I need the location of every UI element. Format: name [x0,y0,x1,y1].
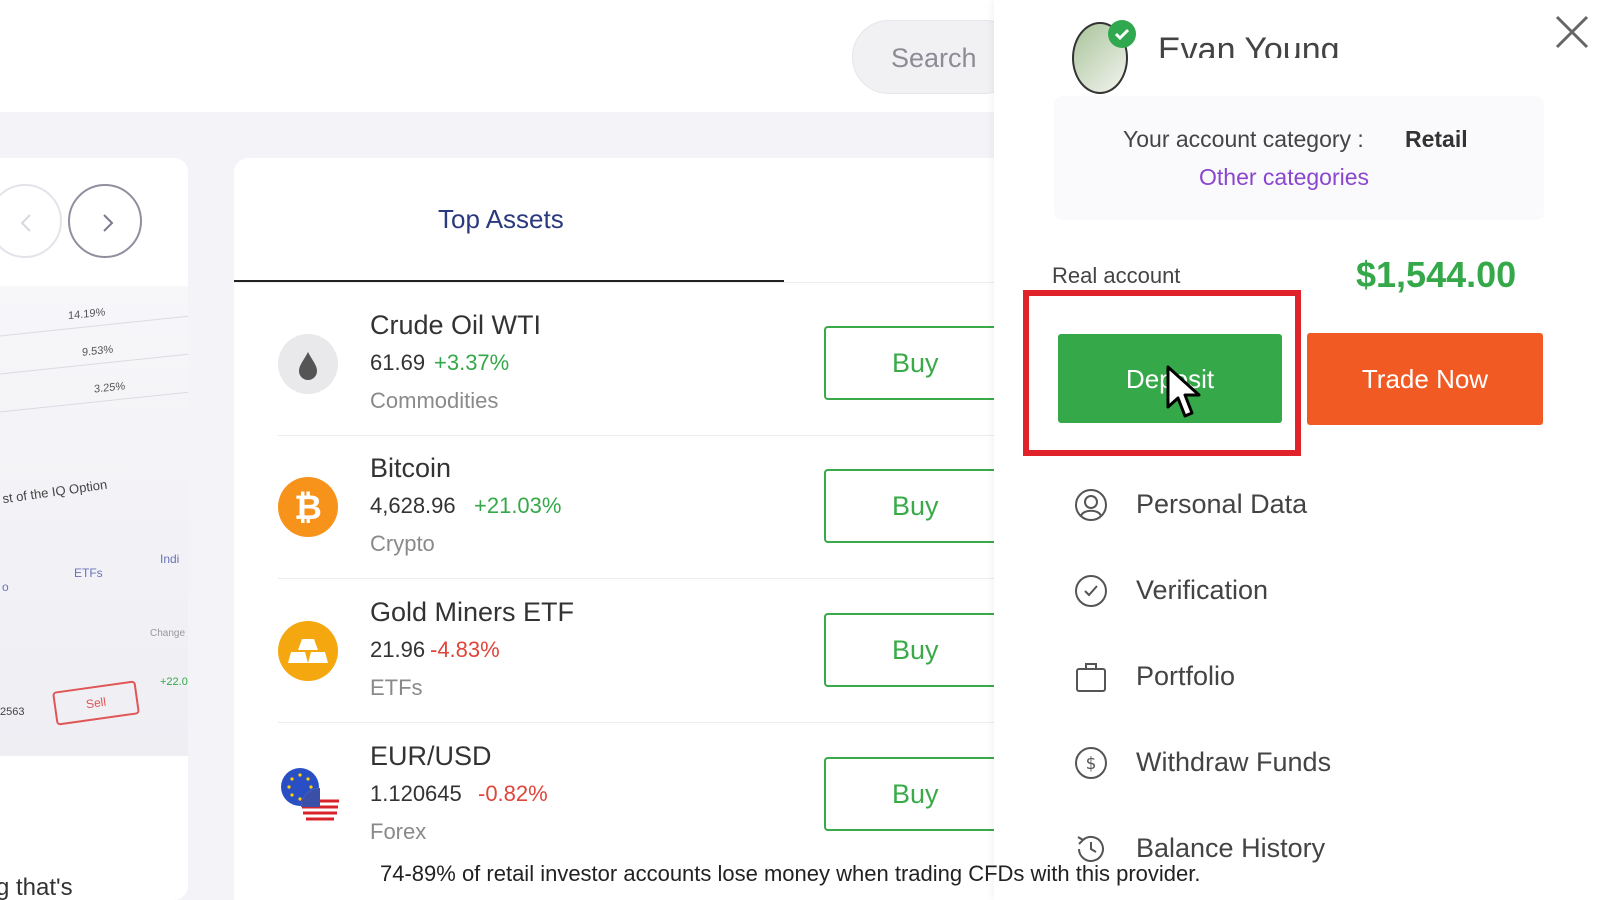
svg-text:₿: ₿ [294,488,322,528]
asset-category: Commodities [370,388,499,413]
asset-row-gold-miners[interactable]: Gold Miners ETF 21.96 -4.83% ETFs Buy [234,577,1024,723]
promo-percent: 14.19% [68,306,106,323]
asset-category: Forex [370,819,427,844]
asset-name: Gold Miners ETF [370,597,575,627]
bitcoin-icon: ₿ [278,477,338,537]
promo-percent: 3.25% [94,380,126,396]
asset-category: ETFs [370,675,423,700]
mouse-cursor-icon [1166,365,1201,418]
menu-item-verification[interactable]: Verification [1070,570,1510,614]
chevron-left-icon [20,214,31,232]
promo-tab: ETFs [74,566,103,580]
buy-button-label: Buy [892,779,939,809]
buy-button-label: Buy [892,635,939,665]
gold-bars-icon [278,621,338,681]
search-placeholder: Search [891,43,977,73]
promo-tab: Indi [160,552,180,566]
menu-item-label: Portfolio [1136,661,1236,691]
chevron-right-icon [103,214,114,232]
account-category-value: Retail [1405,126,1468,152]
asset-name: EUR/USD [370,741,492,771]
verified-check-icon [1108,20,1136,48]
buy-button-label: Buy [892,348,939,378]
menu-item-label: Verification [1136,575,1269,605]
account-category-label: Your account category : [1123,126,1364,152]
asset-change: +3.37% [434,350,510,375]
asset-price: 1.120645 [370,781,462,806]
trade-now-button-label: Trade Now [1361,364,1489,394]
asset-row-bitcoin[interactable]: ₿ Bitcoin 4,628.96 +21.03% Crypto Buy [234,433,1024,579]
trade-now-button[interactable]: Trade Now [1307,333,1543,425]
asset-price: 21.96 [370,637,426,662]
asset-category: Crypto [370,531,435,556]
account-category-box [1054,96,1544,220]
menu-item-personal-data[interactable]: Personal Data [1070,484,1510,528]
tab-top-assets[interactable]: Top Assets [438,204,564,235]
asset-change: +21.03% [474,493,562,518]
top-header [0,0,1000,112]
briefcase-icon [1076,663,1106,692]
menu-item-label: Personal Data [1136,489,1308,519]
user-name: Evan Young [1158,31,1340,58]
svg-text:$: $ [1086,754,1097,774]
asset-row-crude-oil[interactable]: Crude Oil WTI 61.69 +3.37% Commodities B… [234,290,1024,436]
tab-separator [234,282,1000,283]
close-icon[interactable] [1554,14,1590,50]
eu-us-flags-icon [278,765,339,826]
asset-change: -4.83% [430,637,500,662]
asset-price: 61.69 [370,350,426,375]
asset-name: Crude Oil WTI [370,310,542,340]
asset-name: Bitcoin [370,453,452,483]
buy-button-label: Buy [892,491,939,521]
account-balance: $1,544.00 [1356,254,1517,295]
carousel-next-button[interactable] [68,184,142,258]
asset-row-eur-usd[interactable]: EUR/USD 1.120645 -0.82% Forex Buy [234,721,1024,867]
promo-id: 2563 [0,706,25,718]
dollar-circle-icon: $ [1075,747,1107,779]
promo-percent: 9.53% [82,343,114,359]
account-type-label: Real account [1052,263,1181,288]
asset-price: 4,628.96 [370,493,456,518]
promo-tab: o [2,580,9,594]
person-icon [1075,489,1107,521]
menu-item-withdraw-funds[interactable]: $ Withdraw Funds [1070,742,1510,786]
promo-change: +22.0 [160,676,188,688]
check-circle-icon [1075,575,1107,607]
other-categories-link[interactable]: Other categories [1199,164,1369,191]
menu-item-label: Withdraw Funds [1136,747,1332,777]
risk-disclaimer: 74-89% of retail investor accounts lose … [380,861,1201,886]
oil-drop-icon [278,334,338,394]
promo-column-header: Change [150,628,186,639]
asset-change: -0.82% [478,781,548,806]
menu-item-label: Balance History [1136,833,1326,863]
menu-item-portfolio[interactable]: Portfolio [1070,656,1510,700]
promo-bottom-text: g that's [0,874,73,900]
